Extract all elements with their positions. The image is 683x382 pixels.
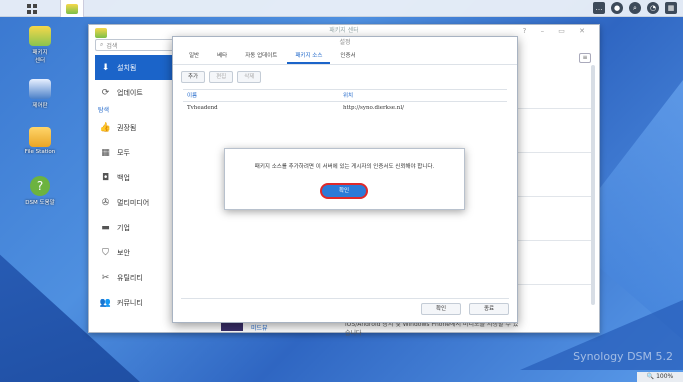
package-name: 미드뷰 bbox=[251, 325, 268, 332]
desktop-icon-control-panel[interactable]: 제어판 bbox=[15, 79, 65, 109]
dialog-footer: 확인 종료 bbox=[181, 298, 509, 316]
zoom-indicator[interactable]: 🔍 100% bbox=[637, 372, 683, 382]
notification-icon[interactable]: … bbox=[593, 2, 605, 14]
search-icon[interactable]: ⌕ bbox=[629, 2, 641, 14]
desktop-icon-label: DSM 도움말 bbox=[25, 200, 55, 206]
package-sources-table: 이름 위치 Tvheadend http://syno.dierkse.nl/ bbox=[183, 89, 507, 114]
cell-location: http://syno.dierkse.nl/ bbox=[343, 105, 404, 111]
desktop-icon-package-center[interactable]: 패키지 센터 bbox=[15, 26, 65, 64]
window-controls[interactable]: ? – ▭ ✕ bbox=[523, 27, 591, 35]
sidebar-item-utilities[interactable]: ✂ 유틸리티 bbox=[95, 265, 175, 290]
sidebar-item-recommended[interactable]: 👍 권장됨 bbox=[95, 115, 175, 140]
search-placeholder: 검색 bbox=[106, 42, 118, 50]
close-button[interactable]: 종료 bbox=[469, 303, 509, 315]
folder-icon bbox=[29, 127, 51, 147]
brand-watermark: Synology DSM 5.2 bbox=[573, 350, 673, 363]
package-center-icon bbox=[66, 3, 78, 14]
sidebar-item-label: 커뮤니티 bbox=[117, 298, 143, 307]
sidebar-item-community[interactable]: 👥 커뮤니티 bbox=[95, 290, 175, 315]
briefcase-icon: ▬ bbox=[101, 222, 110, 233]
sidebar-item-security[interactable]: ⛉ 보안 bbox=[95, 240, 175, 265]
shield-icon: ⛉ bbox=[102, 247, 109, 258]
search-icon: ⌕ bbox=[100, 41, 104, 48]
sort-button[interactable]: ≡ bbox=[579, 53, 591, 63]
zoom-level: 100% bbox=[656, 373, 674, 380]
add-button[interactable]: 추가 bbox=[181, 71, 206, 83]
list-item[interactable] bbox=[517, 241, 591, 285]
sidebar: ⌕ 검색 ⬇ 설치됨 ⟳ 업데이트 탐색 👍 권장됨 ▦ 모두 ◘ 백업 ✇ 멀… bbox=[95, 39, 175, 331]
user-icon[interactable]: ● bbox=[611, 2, 623, 14]
tab-certificate[interactable]: 인증서 bbox=[332, 49, 363, 64]
sidebar-section-explore: 탐색 bbox=[98, 107, 110, 114]
cell-name: Tvheadend bbox=[187, 105, 218, 111]
community-icon: 👥 bbox=[99, 297, 112, 308]
alert-ok-button[interactable]: 확인 bbox=[322, 185, 366, 197]
list-item[interactable] bbox=[517, 153, 591, 197]
table-header: 이름 위치 bbox=[183, 90, 507, 102]
dialog-title: 설정 bbox=[339, 39, 351, 46]
list-item[interactable] bbox=[517, 109, 591, 153]
sidebar-item-label: 모두 bbox=[117, 148, 130, 157]
delete-button[interactable]: 삭제 bbox=[237, 71, 262, 83]
taskbar-package-center[interactable] bbox=[60, 0, 84, 17]
sidebar-item-updates[interactable]: ⟳ 업데이트 bbox=[95, 80, 175, 105]
main-menu-button[interactable] bbox=[20, 0, 44, 17]
sidebar-item-label: 권장됨 bbox=[117, 123, 137, 132]
tab-general[interactable]: 일반 bbox=[181, 49, 207, 64]
help-icon: ? bbox=[30, 176, 50, 196]
sidebar-item-installed[interactable]: ⬇ 설치됨 bbox=[95, 55, 175, 80]
sidebar-item-label: 보안 bbox=[117, 248, 130, 257]
ok-button[interactable]: 확인 bbox=[421, 303, 461, 315]
tab-auto-update[interactable]: 자동 업데이트 bbox=[237, 49, 285, 64]
desktop-icon-dsm-help[interactable]: ? DSM 도움말 bbox=[15, 176, 65, 206]
sidebar-item-label: 유틸리티 bbox=[117, 273, 143, 282]
confirmation-alert: 패키지 소스를 추가하려면 이 서버에 있는 게시자의 인증서도 신뢰해야 합니… bbox=[224, 148, 465, 210]
sidebar-item-all[interactable]: ▦ 모두 bbox=[95, 140, 175, 165]
download-icon: ⬇ bbox=[101, 62, 110, 73]
scrollbar[interactable] bbox=[591, 65, 595, 305]
sidebar-item-label: 백업 bbox=[117, 173, 130, 182]
tab-package-sources[interactable]: 패키지 소스 bbox=[287, 49, 331, 64]
widgets-icon[interactable]: ◔ bbox=[647, 2, 659, 14]
tools-icon: ✂ bbox=[101, 272, 110, 283]
control-panel-icon bbox=[29, 79, 51, 99]
backup-icon: ◘ bbox=[101, 172, 110, 183]
package-center-icon bbox=[29, 26, 51, 46]
sidebar-item-label: 업데이트 bbox=[117, 88, 143, 97]
sidebar-item-label: 멀티미디어 bbox=[117, 198, 150, 207]
search-input[interactable]: ⌕ 검색 bbox=[95, 39, 175, 51]
desktop-icon-label: File Station bbox=[24, 149, 56, 155]
list-item[interactable] bbox=[517, 65, 591, 109]
sidebar-item-business[interactable]: ▬ 기업 bbox=[95, 215, 175, 240]
package-list-partial bbox=[517, 65, 591, 330]
sidebar-item-backup[interactable]: ◘ 백업 bbox=[95, 165, 175, 190]
sidebar-item-multimedia[interactable]: ✇ 멀티미디어 bbox=[95, 190, 175, 215]
desktop-icon-file-station[interactable]: File Station bbox=[15, 127, 65, 155]
thumbs-up-icon: 👍 bbox=[99, 122, 112, 133]
sidebar-item-label: 설치됨 bbox=[117, 63, 137, 72]
tab-bar: 일반 베타 자동 업데이트 패키지 소스 인증서 bbox=[173, 49, 517, 65]
desktop-icon-label: 제어판 bbox=[32, 103, 48, 109]
desktop-icon-label: 패키지 센터 bbox=[32, 50, 48, 64]
taskbar: … ● ⌕ ◔ ▦ bbox=[0, 0, 683, 17]
column-header-location[interactable]: 위치 bbox=[343, 90, 353, 101]
refresh-icon: ⟳ bbox=[101, 87, 110, 98]
toolbar: 추가 편집 삭제 bbox=[173, 65, 517, 89]
film-reel-icon: ✇ bbox=[101, 197, 110, 208]
sidebar-item-label: 기업 bbox=[117, 223, 130, 232]
grid-icon: ▦ bbox=[101, 147, 110, 158]
list-item[interactable] bbox=[517, 197, 591, 241]
table-row[interactable]: Tvheadend http://syno.dierkse.nl/ bbox=[183, 102, 507, 114]
edit-button[interactable]: 편집 bbox=[209, 71, 234, 83]
options-icon[interactable]: ▦ bbox=[665, 2, 677, 14]
alert-message: 패키지 소스를 추가하려면 이 서버에 있는 게시자의 인증서도 신뢰해야 합니… bbox=[254, 164, 435, 170]
grid-icon bbox=[27, 3, 37, 14]
tab-beta[interactable]: 베타 bbox=[209, 49, 235, 64]
column-header-name[interactable]: 이름 bbox=[183, 90, 343, 101]
